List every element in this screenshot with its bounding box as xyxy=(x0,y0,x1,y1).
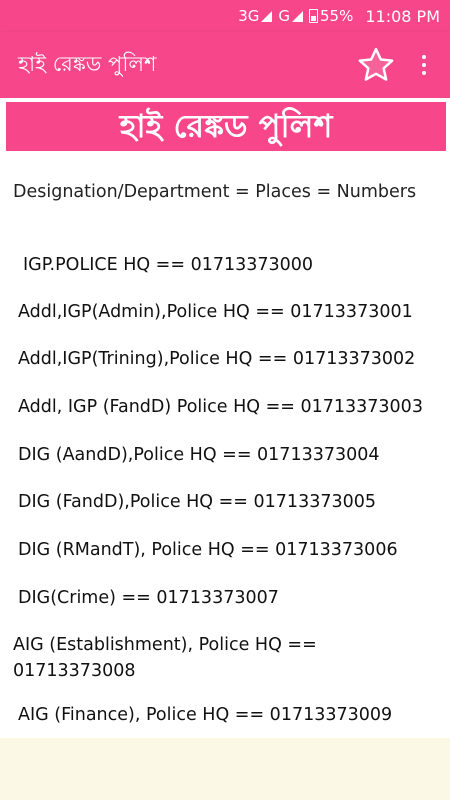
network-g: G xyxy=(278,7,303,25)
signal-icon xyxy=(292,10,303,22)
favorite-button[interactable] xyxy=(354,43,398,87)
status-bar: 3G G 55% 11:08 PM xyxy=(0,0,450,32)
battery-label: 55% xyxy=(320,7,354,25)
star-outline-icon xyxy=(358,47,394,81)
list-item: DIG (AandD),Police HQ == 01713373004 xyxy=(18,445,380,465)
list-item: AIG (Finance), Police HQ == 01713373009 xyxy=(18,705,393,725)
banner-heading: হাই রেঙ্কড পুলিশ xyxy=(6,102,446,151)
list-header: Designation/Department = Places = Number… xyxy=(13,182,417,202)
network-g-label: G xyxy=(278,7,290,25)
list-item: IGP.POLICE HQ == 01713373000 xyxy=(23,255,314,275)
list-item: Addl, IGP (FandD) Police HQ == 017133730… xyxy=(18,397,423,417)
app-bar: হাই রেঙ্কড পুলিশ xyxy=(0,32,450,98)
content-area: হাই রেঙ্কড পুলিশ Designation/Department … xyxy=(0,98,450,738)
network-3g-label: 3G xyxy=(238,7,260,25)
battery: 55% xyxy=(309,7,353,25)
signal-icon xyxy=(261,10,273,22)
list-item: DIG(Crime) == 01713373007 xyxy=(18,588,279,608)
more-vert-icon[interactable] xyxy=(414,45,434,85)
network-3g: 3G xyxy=(238,7,273,25)
list-item: AIG (Establishment), Police HQ == 017133… xyxy=(13,635,317,681)
app-title: হাই রেঙ্কড পুলিশ xyxy=(18,51,157,76)
list-item: Addl,IGP(Admin),Police HQ == 01713373001 xyxy=(18,302,413,322)
list-item: DIG (RMandT), Police HQ == 01713373006 xyxy=(18,540,398,560)
list-item: DIG (FandD),Police HQ == 01713373005 xyxy=(18,492,377,512)
clock: 11:08 PM xyxy=(365,6,440,26)
list-item: Addl,IGP(Trining),Police HQ == 017133730… xyxy=(18,349,416,369)
battery-icon xyxy=(309,9,318,23)
